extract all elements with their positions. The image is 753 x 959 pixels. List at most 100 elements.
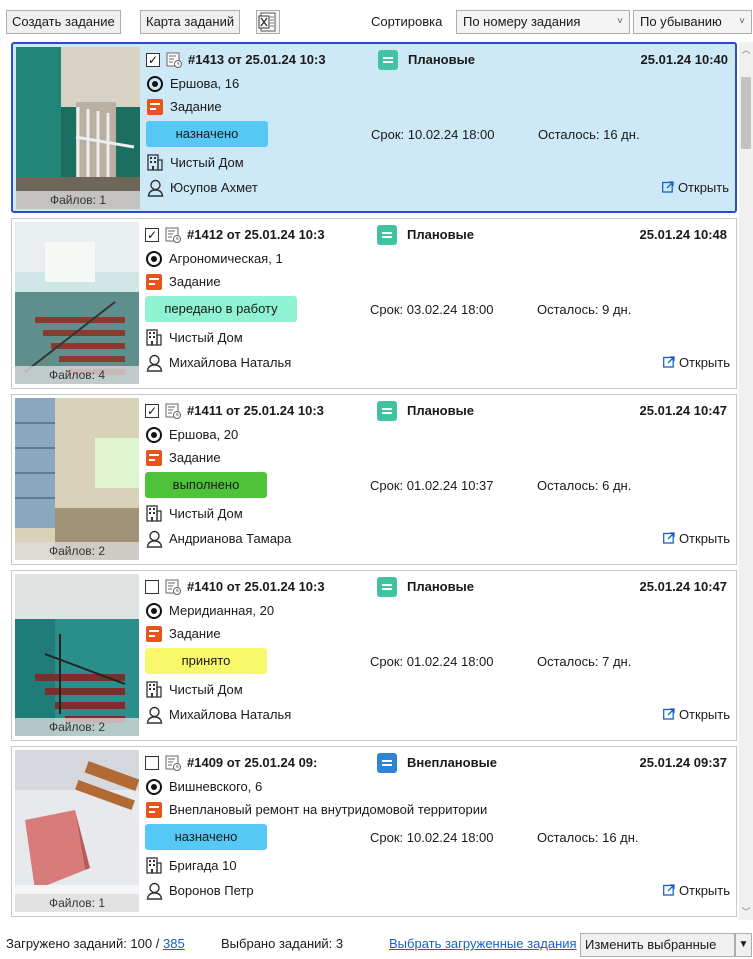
open-task-link[interactable]: Открыть	[662, 707, 730, 722]
task-card[interactable]: Файлов: 2 #1410 от 25.01.24 10:3 Плановы…	[11, 570, 737, 741]
loaded-count: Загружено заданий: 100 / 385	[6, 936, 185, 951]
task-card[interactable]: Файлов: 4 ✓ #1412 от 25.01.24 10:3 Плано…	[11, 218, 737, 389]
task-checkbox[interactable]	[145, 756, 159, 770]
create-task-button[interactable]: Создать задание	[6, 10, 121, 34]
task-photo[interactable]: Файлов: 4	[15, 222, 139, 384]
task-list[interactable]: Файлов: 1 ✓ #1413 от 25.01.24 10:3 Плано…	[11, 42, 739, 920]
task-address: Ершова, 20	[169, 427, 239, 442]
task-checkbox[interactable]	[145, 580, 159, 594]
task-type-icon	[146, 274, 162, 290]
scroll-up-icon[interactable]: ︿	[739, 42, 753, 58]
task-photo[interactable]: Файлов: 1	[15, 750, 139, 912]
status-bar: Загружено заданий: 100 / 385 Выбрано зад…	[0, 930, 753, 959]
task-number: #1411 от 25.01.24 10:3	[187, 403, 324, 418]
task-category: Плановые	[407, 227, 474, 242]
task-category: Плановые	[408, 52, 475, 67]
chevron-down-icon: ˅	[617, 16, 623, 27]
task-icon	[165, 755, 181, 771]
org-row: Чистый Дом	[145, 680, 731, 700]
excel-export-button[interactable]	[256, 10, 280, 34]
change-selected-button[interactable]: Изменить выбранные	[580, 933, 735, 957]
change-selected-dropdown[interactable]: ▼	[735, 933, 752, 957]
address-row: Ершова, 16	[146, 74, 732, 94]
building-icon	[146, 681, 162, 698]
task-address: Ершова, 16	[170, 76, 240, 91]
category-icon	[377, 401, 397, 421]
open-task-link[interactable]: Открыть	[662, 883, 730, 898]
open-label: Открыть	[678, 707, 730, 722]
task-header: ✓ #1412 от 25.01.24 10:3 Плановые 25.01.…	[145, 225, 731, 245]
open-label: Открыть	[678, 355, 730, 370]
user-icon	[146, 530, 163, 548]
open-task-link[interactable]: Открыть	[662, 531, 730, 546]
org-row: Чистый Дом	[145, 504, 731, 524]
task-map-button[interactable]: Карта заданий	[140, 10, 241, 34]
task-card[interactable]: Файлов: 2 ✓ #1411 от 25.01.24 10:3 Плано…	[11, 394, 737, 565]
type-row: Задание	[145, 624, 731, 644]
address-row: Ершова, 20	[145, 425, 731, 445]
loaded-total-link[interactable]: 385	[163, 936, 185, 951]
task-card[interactable]: Файлов: 1 ✓ #1413 от 25.01.24 10:3 Плано…	[11, 42, 737, 213]
open-label: Открыть	[678, 531, 730, 546]
address-row: Агрономическая, 1	[145, 249, 731, 269]
open-label: Открыть	[678, 883, 730, 898]
task-organization: Чистый Дом	[169, 506, 243, 521]
task-number: #1409 от 25.01.24 09:	[187, 755, 318, 770]
task-checkbox[interactable]: ✓	[146, 53, 160, 67]
task-checkbox[interactable]: ✓	[145, 404, 159, 418]
open-task-link[interactable]: Открыть	[661, 180, 729, 195]
status-badge: принято	[145, 648, 267, 674]
task-remaining: Осталось: 9 дн.	[537, 302, 632, 317]
task-type: Задание	[169, 274, 221, 289]
task-type: Внеплановый ремонт на внутридомовой терр…	[169, 802, 488, 817]
task-card[interactable]: Файлов: 1 #1409 от 25.01.24 09: Внеплано…	[11, 746, 737, 917]
sort-field-select[interactable]: По номеру задания ˅	[456, 10, 630, 34]
open-label: Открыть	[677, 180, 729, 195]
building-icon	[147, 154, 163, 171]
assignee-row: Михайлова Наталья	[145, 353, 731, 373]
task-remaining: Осталось: 16 дн.	[537, 830, 639, 845]
org-row: Чистый Дом	[145, 328, 731, 348]
task-icon	[165, 403, 181, 419]
task-type-icon	[146, 626, 162, 642]
task-created-date: 25.01.24 09:37	[639, 755, 727, 770]
task-icon	[166, 52, 182, 68]
task-organization: Бригада 10	[169, 858, 237, 873]
excel-icon	[258, 12, 276, 32]
status-badge: выполнено	[145, 472, 267, 498]
task-category: Плановые	[407, 579, 474, 594]
task-number: #1410 от 25.01.24 10:3	[187, 579, 325, 594]
task-photo[interactable]: Файлов: 2	[15, 574, 139, 736]
sort-order-select[interactable]: По убыванию ˅	[633, 10, 752, 34]
assignee-row: Юсупов Ахмет	[146, 178, 732, 198]
user-icon	[147, 179, 164, 197]
sort-label: Сортировка	[371, 14, 443, 29]
status-badge: передано в работу	[145, 296, 297, 322]
files-count: Файлов: 4	[15, 366, 139, 384]
task-number: #1412 от 25.01.24 10:3	[187, 227, 325, 242]
task-remaining: Осталось: 7 дн.	[537, 654, 632, 669]
task-category: Внеплановые	[407, 755, 497, 770]
task-deadline: Срок: 01.02.24 10:37	[370, 478, 494, 493]
task-photo[interactable]: Файлов: 2	[15, 398, 139, 560]
user-icon	[146, 354, 163, 372]
scroll-down-icon[interactable]: ﹀	[739, 904, 753, 920]
chevron-down-icon: ˅	[739, 16, 745, 27]
task-header: #1410 от 25.01.24 10:3 Плановые 25.01.24…	[145, 577, 731, 597]
assignee-row: Андрианова Тамара	[145, 529, 731, 549]
task-photo[interactable]: Файлов: 1	[16, 47, 140, 209]
chevron-down-icon: ▼	[738, 939, 749, 950]
task-assignee: Воронов Петр	[169, 883, 254, 898]
task-assignee: Андрианова Тамара	[169, 531, 292, 546]
building-icon	[146, 505, 162, 522]
task-header: ✓ #1413 от 25.01.24 10:3 Плановые 25.01.…	[146, 50, 732, 70]
select-loaded-link[interactable]: Выбрать загруженные задания	[389, 936, 577, 951]
scroll-thumb[interactable]	[741, 77, 751, 149]
vertical-scrollbar[interactable]: ︿ ﹀	[739, 42, 753, 920]
task-deadline: Срок: 01.02.24 18:00	[370, 654, 494, 669]
task-created-date: 25.01.24 10:47	[639, 579, 727, 594]
task-checkbox[interactable]: ✓	[145, 228, 159, 242]
open-task-link[interactable]: Открыть	[662, 355, 730, 370]
type-row: Внеплановый ремонт на внутридомовой терр…	[145, 800, 731, 820]
building-icon	[146, 857, 162, 874]
